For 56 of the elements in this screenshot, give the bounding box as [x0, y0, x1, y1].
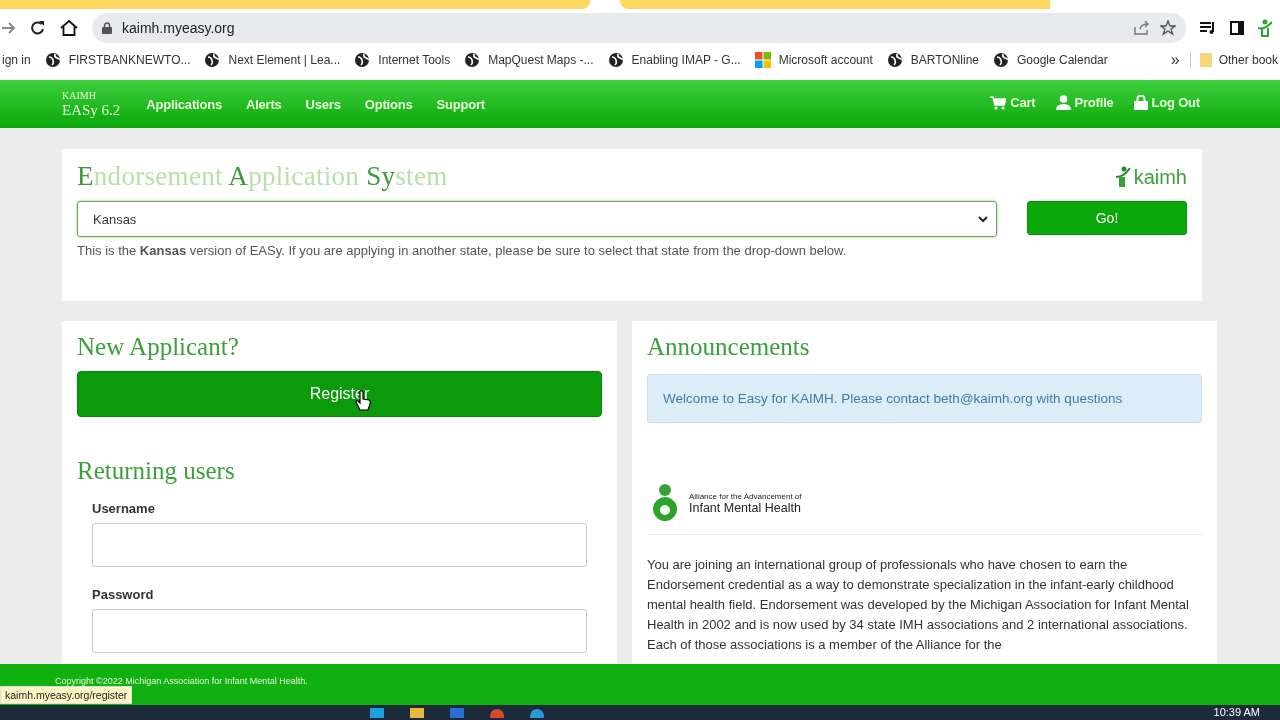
- bookmark[interactable]: Enabling IMAP - G...: [607, 52, 741, 68]
- section-heading: Returning users: [77, 457, 236, 485]
- taskbar-icon[interactable]: [490, 707, 504, 718]
- taskbar-icon[interactable]: [530, 707, 544, 718]
- forward-icon[interactable]: [2, 20, 16, 35]
- globe-icon: [354, 52, 371, 68]
- copyright-text: Copyright ©2022 Michigan Association for Infant Mental Health.: [55, 675, 308, 686]
- bookmark[interactable]: MapQuest Maps -...: [464, 52, 594, 68]
- field-label: Username: [92, 501, 156, 516]
- media-icon[interactable]: [1200, 20, 1216, 35]
- bookmark[interactable]: FIRSTBANKNEWTO...: [44, 52, 191, 68]
- star-icon[interactable]: [1160, 19, 1176, 36]
- taskbar-icon[interactable]: [370, 707, 384, 718]
- other-bookmarks[interactable]: Other book: [1190, 53, 1278, 67]
- person-icon: [1055, 94, 1071, 110]
- globe-icon: [607, 52, 624, 68]
- kaimh-logo: kaimh: [1115, 165, 1187, 187]
- bookmark[interactable]: Microsoft account: [754, 52, 873, 68]
- bookmark[interactable]: ign in: [2, 53, 31, 67]
- chevron-down-icon: [978, 215, 988, 223]
- taskbar-icon[interactable]: [410, 707, 424, 718]
- input-field[interactable]: [92, 609, 587, 653]
- status-url: kaimh.myeasy.org/register: [0, 686, 133, 704]
- folder-icon: [1198, 53, 1213, 67]
- bookmark[interactable]: Internet Tools: [354, 52, 451, 68]
- share-icon[interactable]: [1134, 20, 1150, 35]
- reload-icon[interactable]: [30, 19, 46, 36]
- input-field[interactable]: [92, 523, 587, 567]
- lock-icon: [102, 21, 112, 34]
- bookmarks-overflow-button[interactable]: »: [1160, 51, 1191, 69]
- brand-caption: KAIMH: [62, 90, 97, 101]
- globe-icon: [44, 52, 61, 68]
- body-text: You are joining an international group of professionals who have chosen to earn the Endorsement credential as a way to demonstrate specialization in the infant-early childhood mental health field. Endorsement was developed by the Michigan Association for Infant Mental Health in 2002 and is now used by 34 state IMH associations and 2 international associations. Each of those associations is a member of the Alliance for the: [647, 556, 1190, 654]
- section-heading: New Applicant?: [77, 333, 240, 361]
- announcement-alert: Welcome to Easy for KAIMH. Please contact beth@kaimh.org with questions: [647, 374, 1202, 423]
- cart-icon: [990, 95, 1007, 110]
- lock-icon: [1133, 94, 1148, 110]
- state-note: This is the Kansas version of EASy. If you are applying in another state, please be sure to select that state from the drop-down below.: [77, 243, 848, 258]
- globe-icon: [993, 52, 1009, 68]
- page-title: Endorsement Application System: [77, 160, 448, 192]
- home-icon[interactable]: [60, 19, 78, 36]
- globe-icon: [464, 52, 481, 68]
- address-bar[interactable]: kaimh.myeasy.org: [92, 12, 1186, 43]
- globe-icon: [204, 52, 221, 68]
- field-label: Password: [92, 587, 155, 602]
- windows-logo-icon: [754, 52, 771, 68]
- side-panel-icon[interactable]: [1230, 20, 1244, 35]
- bookmark[interactable]: Google Calendar: [993, 52, 1108, 68]
- bookmark[interactable]: Next Element | Lea...: [204, 52, 341, 68]
- clock-time: 10:39 AM: [1213, 707, 1260, 718]
- extension-icon[interactable]: [1258, 18, 1272, 37]
- bookmark[interactable]: BARTONline: [886, 52, 979, 68]
- alliance-logo: Alliance for the Advancement of Infant Mental Health: [647, 483, 802, 523]
- state-dropdown[interactable]: Kansas: [77, 201, 997, 237]
- globe-icon: [886, 52, 903, 68]
- section-heading: Announcements: [647, 333, 811, 361]
